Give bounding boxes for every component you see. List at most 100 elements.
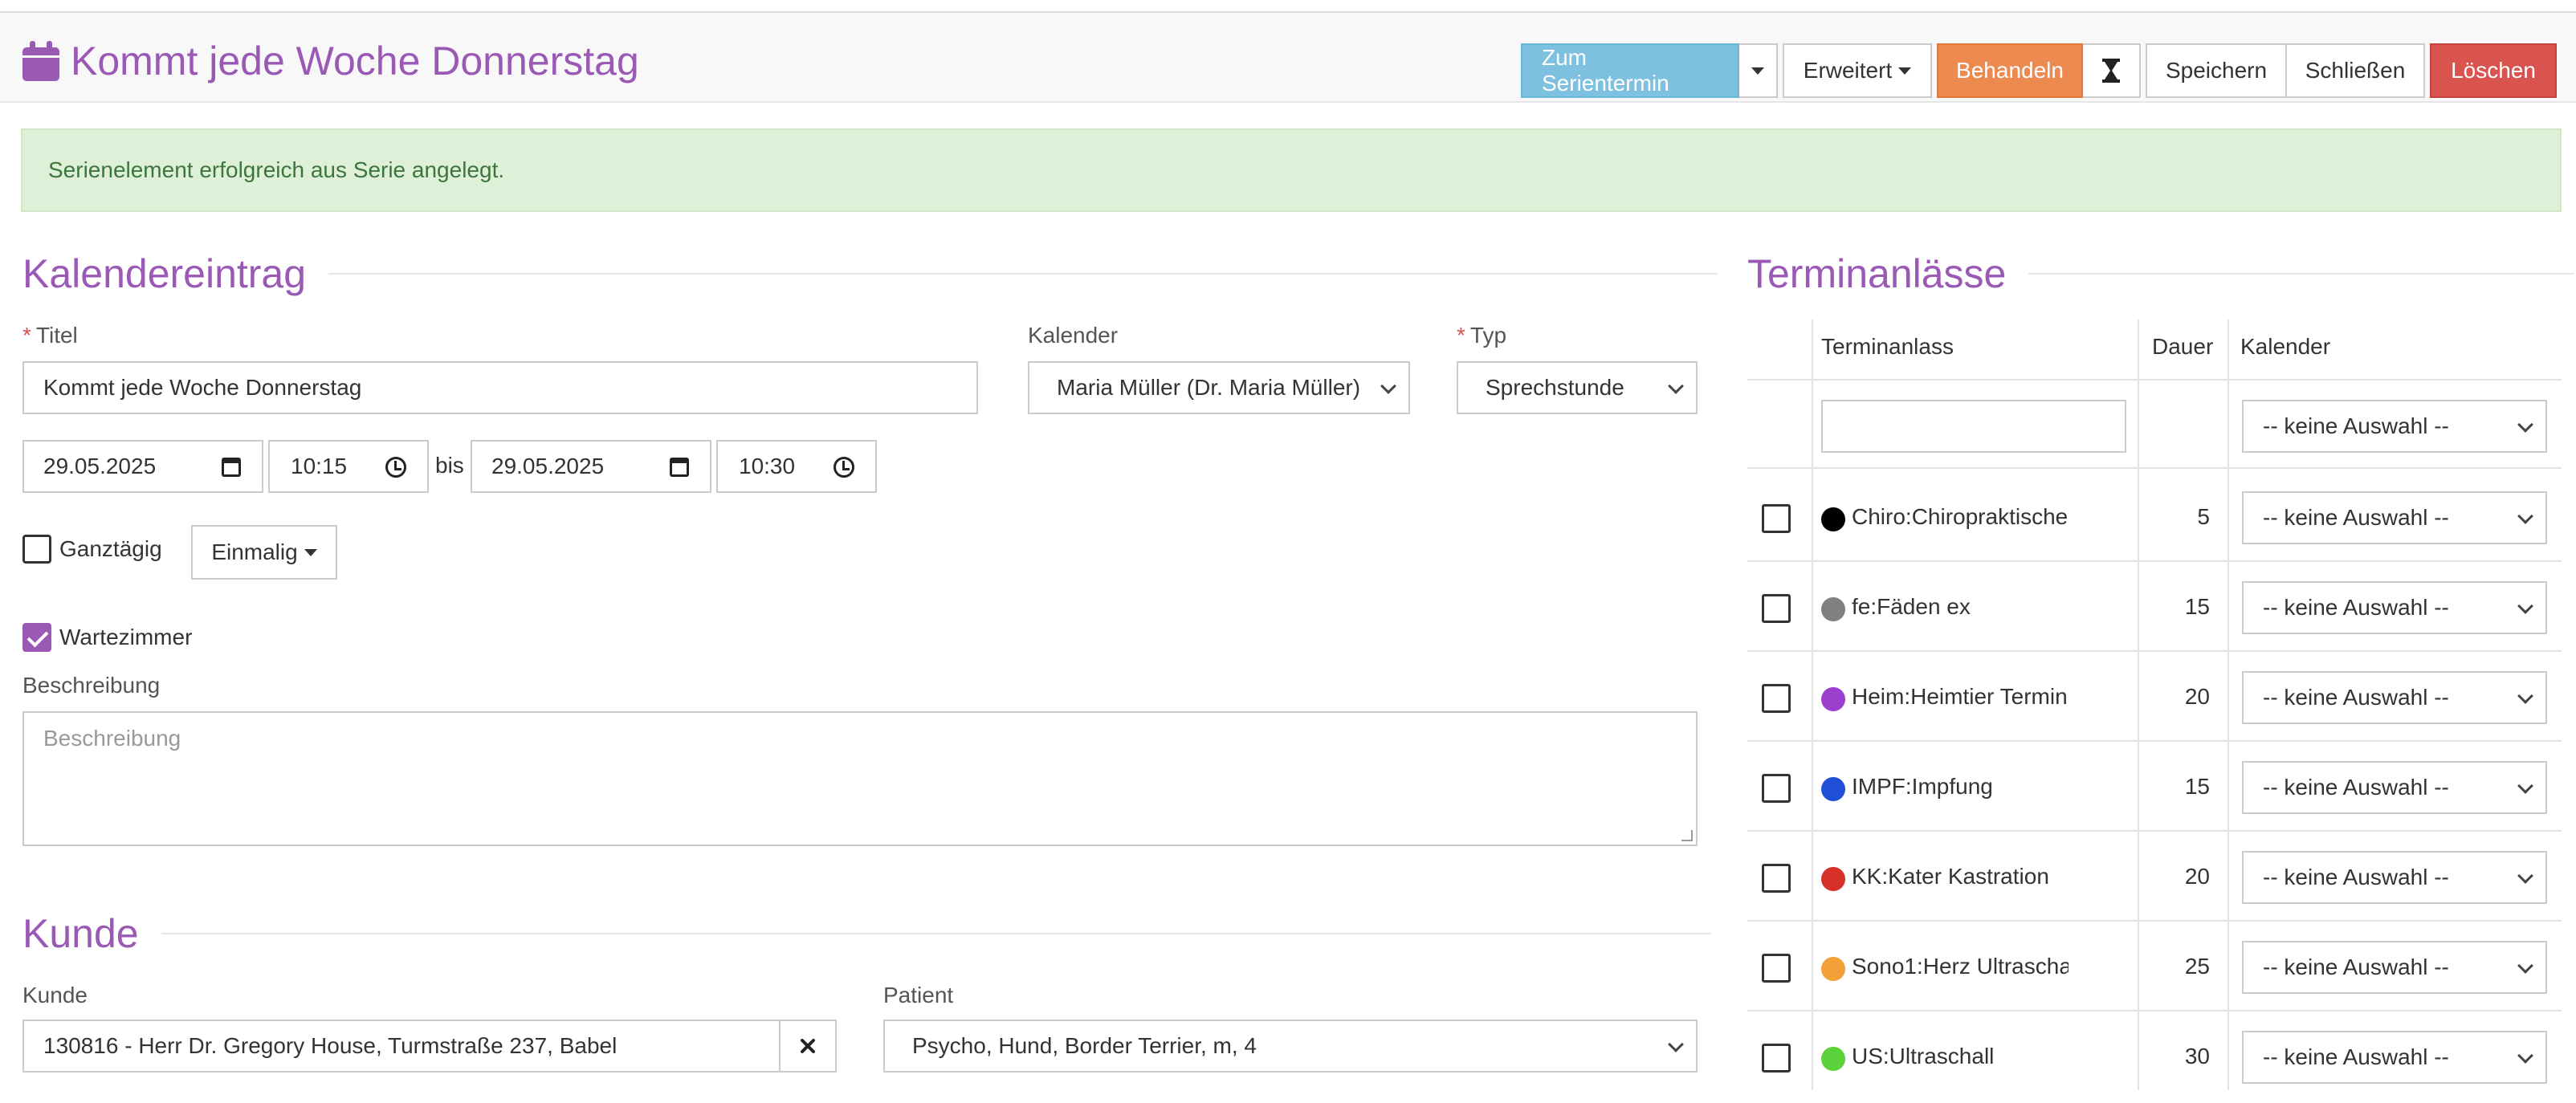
bis-label: bis bbox=[435, 453, 464, 478]
close-icon bbox=[801, 1039, 815, 1053]
row-kalender-value: -- keine Auswahl -- bbox=[2263, 595, 2449, 620]
start-date-input[interactable]: 29.05.2025 bbox=[22, 440, 263, 493]
chevron-down-icon bbox=[2517, 778, 2533, 794]
column-header-kalender: Kalender bbox=[2240, 334, 2331, 359]
end-time-input[interactable]: 10:30 bbox=[716, 440, 877, 493]
row-checkbox[interactable] bbox=[1762, 774, 1791, 803]
row-kalender-select[interactable]: -- keine Auswahl -- bbox=[2242, 671, 2547, 724]
erweitert-label: Erweitert bbox=[1803, 58, 1893, 83]
row-kalender-value: -- keine Auswahl -- bbox=[2263, 954, 2449, 979]
ganztaegig-checkbox[interactable] bbox=[22, 535, 51, 564]
beschreibung-placeholder: Beschreibung bbox=[43, 726, 181, 751]
terminanlass-name: Sono1:Herz Ultraschall bbox=[1852, 954, 2069, 979]
kalender-select-value: Maria Müller (Dr. Maria Müller) bbox=[1057, 375, 1361, 400]
resize-handle[interactable] bbox=[1681, 830, 1693, 841]
clear-kunde-button[interactable] bbox=[779, 1020, 837, 1072]
row-kalender-select[interactable]: -- keine Auswahl -- bbox=[2242, 1031, 2547, 1084]
chevron-down-icon bbox=[2517, 1048, 2533, 1064]
row-checkbox[interactable] bbox=[1762, 1044, 1791, 1072]
toolbar: Zum Serientermin Erweitert Behandeln Spe… bbox=[1521, 43, 2557, 98]
table-row: Heim:Heimtier Termin 20 -- keine Auswahl… bbox=[1747, 653, 2562, 743]
row-kalender-value: -- keine Auswahl -- bbox=[2263, 505, 2449, 530]
row-kalender-value: -- keine Auswahl -- bbox=[2263, 865, 2449, 889]
row-divider bbox=[1747, 920, 2562, 922]
wartezimmer-checkbox[interactable] bbox=[22, 623, 51, 652]
row-kalender-select[interactable]: -- keine Auswahl -- bbox=[2242, 941, 2547, 994]
caret-down-icon bbox=[1751, 67, 1764, 75]
patient-select[interactable]: Psycho, Hund, Border Terrier, m, 4 bbox=[883, 1020, 1698, 1072]
kalender-filter-select[interactable]: -- keine Auswahl -- bbox=[2242, 400, 2547, 453]
color-dot-icon bbox=[1821, 1047, 1845, 1071]
erweitert-button[interactable]: Erweitert bbox=[1783, 43, 1932, 98]
row-checkbox[interactable] bbox=[1762, 684, 1791, 713]
row-kalender-select[interactable]: -- keine Auswahl -- bbox=[2242, 491, 2547, 544]
color-dot-icon bbox=[1821, 777, 1845, 801]
recurrence-dropdown-button[interactable]: Einmalig bbox=[191, 525, 337, 580]
hourglass-icon bbox=[2102, 59, 2120, 83]
row-checkbox[interactable] bbox=[1762, 864, 1791, 893]
terminanlass-name: KK:Kater Kastration bbox=[1852, 864, 2049, 889]
schliessen-button[interactable]: Schließen bbox=[2287, 43, 2425, 98]
page-title-text: Kommt jede Woche Donnerstag bbox=[71, 39, 639, 83]
clock-icon bbox=[834, 457, 854, 478]
recurrence-label: Einmalig bbox=[211, 539, 298, 564]
calendar-icon bbox=[222, 458, 241, 477]
end-time-value: 10:30 bbox=[739, 454, 796, 478]
speichern-button[interactable]: Speichern bbox=[2146, 43, 2287, 98]
terminanlass-name: IMPF:Impfung bbox=[1852, 774, 1993, 799]
row-checkbox[interactable] bbox=[1762, 594, 1791, 623]
terminanlaesse-heading: Terminanlässe bbox=[1747, 250, 2575, 297]
hourglass-button[interactable] bbox=[2083, 43, 2141, 98]
page-title: Kommt jede Woche Donnerstag bbox=[22, 37, 639, 85]
calendar-icon bbox=[670, 458, 689, 477]
row-checkbox[interactable] bbox=[1762, 504, 1791, 533]
chevron-down-icon bbox=[2517, 598, 2533, 614]
row-divider bbox=[1747, 1010, 2562, 1011]
kunde-heading: Kunde bbox=[22, 910, 1711, 957]
row-divider bbox=[1747, 379, 2562, 381]
typ-select[interactable]: Sprechstunde bbox=[1457, 361, 1698, 414]
dauer-value: 20 bbox=[2184, 684, 2210, 709]
row-checkbox[interactable] bbox=[1762, 954, 1791, 983]
row-kalender-select[interactable]: -- keine Auswahl -- bbox=[2242, 761, 2547, 814]
chevron-down-icon bbox=[2517, 508, 2533, 524]
color-dot-icon bbox=[1821, 867, 1845, 891]
color-dot-icon bbox=[1821, 957, 1845, 981]
chevron-down-icon bbox=[1668, 378, 1684, 394]
kunde-input[interactable]: 130816 - Herr Dr. Gregory House, Turmstr… bbox=[22, 1020, 781, 1072]
calendar-icon bbox=[22, 41, 59, 81]
kunde-label: Kunde bbox=[22, 983, 88, 1007]
row-kalender-select[interactable]: -- keine Auswahl -- bbox=[2242, 581, 2547, 634]
required-marker: * bbox=[22, 323, 31, 348]
divider bbox=[328, 273, 1718, 275]
serientermin-dropdown-button[interactable] bbox=[1739, 43, 1778, 98]
wartezimmer-label: Wartezimmer bbox=[59, 625, 193, 649]
row-divider bbox=[1747, 830, 2562, 832]
beschreibung-textarea[interactable]: Beschreibung bbox=[22, 711, 1698, 846]
dauer-value: 30 bbox=[2184, 1044, 2210, 1068]
caret-down-icon bbox=[1898, 67, 1912, 75]
table-row: fe:Fäden ex 15 -- keine Auswahl -- bbox=[1747, 564, 2562, 653]
kalender-select[interactable]: Maria Müller (Dr. Maria Müller) bbox=[1028, 361, 1410, 414]
chevron-down-icon bbox=[1668, 1036, 1684, 1052]
page-header: Kommt jede Woche Donnerstag Zum Seriente… bbox=[0, 13, 2576, 103]
row-kalender-value: -- keine Auswahl -- bbox=[2263, 775, 2449, 800]
terminanlass-filter-input[interactable] bbox=[1821, 400, 2126, 453]
table-row: Sono1:Herz Ultraschall 25 -- keine Auswa… bbox=[1747, 923, 2562, 1013]
color-dot-icon bbox=[1821, 597, 1845, 621]
behandeln-button[interactable]: Behandeln bbox=[1937, 43, 2083, 98]
ganztaegig-label: Ganztägig bbox=[59, 536, 162, 561]
start-time-input[interactable]: 10:15 bbox=[268, 440, 429, 493]
titel-input[interactable]: Kommt jede Woche Donnerstag bbox=[22, 361, 978, 414]
column-header-dauer: Dauer bbox=[2152, 334, 2214, 359]
row-kalender-select[interactable]: -- keine Auswahl -- bbox=[2242, 851, 2547, 904]
start-time-value: 10:15 bbox=[291, 454, 348, 478]
row-kalender-value: -- keine Auswahl -- bbox=[2263, 685, 2449, 710]
zum-serientermin-button[interactable]: Zum Serientermin bbox=[1521, 43, 1739, 98]
dauer-value: 20 bbox=[2184, 864, 2210, 889]
loeschen-button[interactable]: Löschen bbox=[2430, 43, 2557, 98]
end-date-input[interactable]: 29.05.2025 bbox=[471, 440, 711, 493]
required-marker: * bbox=[1457, 323, 1465, 348]
row-divider bbox=[1747, 560, 2562, 562]
table-row: KK:Kater Kastration 20 -- keine Auswahl … bbox=[1747, 833, 2562, 923]
